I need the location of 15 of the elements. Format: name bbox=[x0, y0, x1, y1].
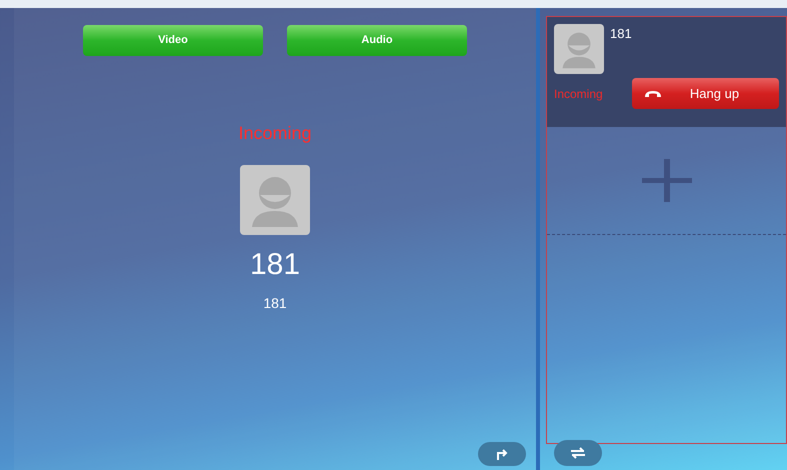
avatar-icon bbox=[240, 165, 310, 235]
transfer-icon bbox=[495, 447, 509, 461]
call-item[interactable]: 181 Incoming Hang up bbox=[547, 17, 786, 127]
call-status: Incoming bbox=[238, 122, 312, 145]
call-number: 181 bbox=[610, 25, 632, 43]
call-status: Incoming bbox=[554, 86, 604, 102]
swap-icon bbox=[570, 447, 586, 459]
transfer-button[interactable] bbox=[478, 442, 526, 466]
hang-up-button[interactable]: Hang up bbox=[632, 78, 779, 109]
avatar-icon bbox=[554, 24, 604, 74]
caller-name: 181 bbox=[250, 247, 300, 283]
plus-icon bbox=[642, 159, 692, 202]
caller-number: 181 bbox=[263, 294, 287, 313]
phone-icon bbox=[644, 90, 662, 98]
swap-button[interactable] bbox=[554, 440, 602, 466]
